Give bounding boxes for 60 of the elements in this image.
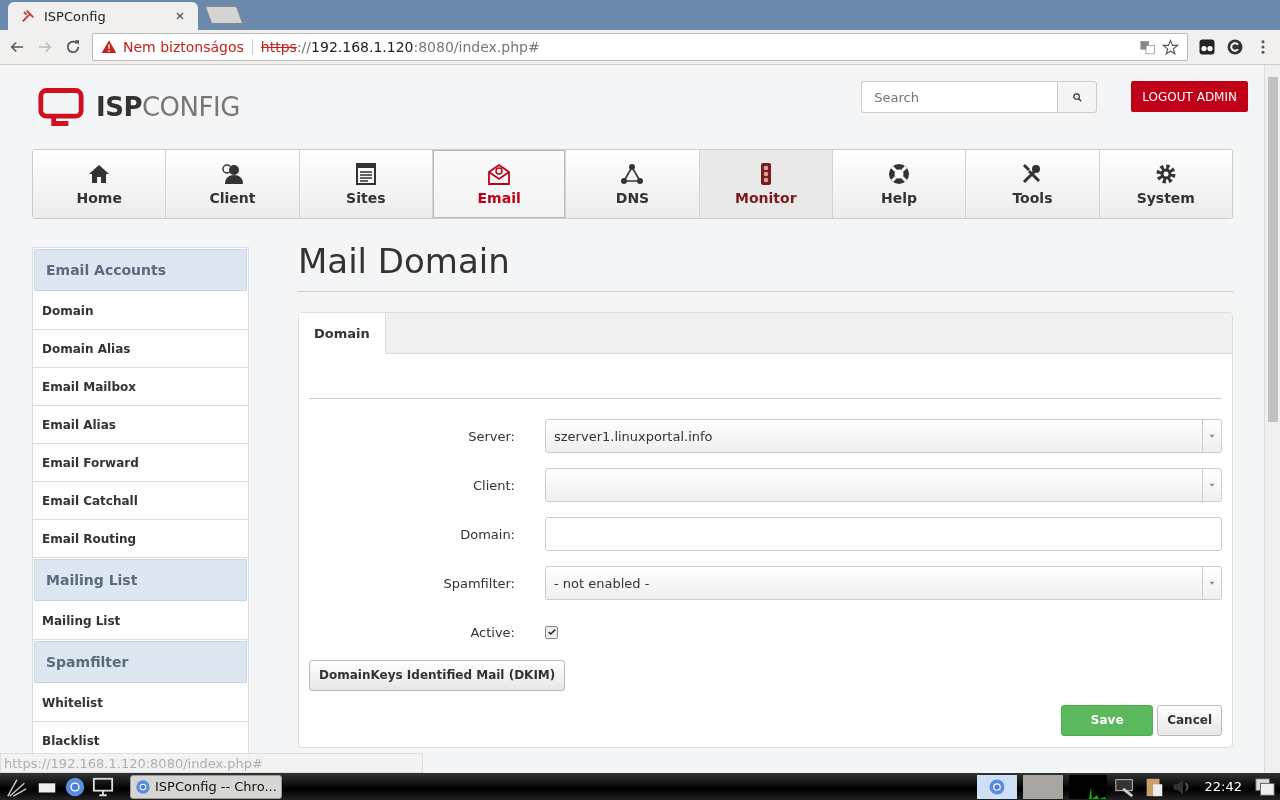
translate-icon[interactable] <box>1139 38 1156 56</box>
nav-tab[interactable]: Tools <box>966 150 1100 218</box>
browser-icon <box>135 778 151 795</box>
field-label: Client: <box>472 477 515 493</box>
browser-icon <box>987 777 1006 796</box>
star-icon[interactable] <box>1162 38 1179 56</box>
browser-icon[interactable] <box>64 775 86 798</box>
close-icon[interactable] <box>174 10 186 22</box>
nav-tab[interactable]: Email <box>433 150 567 218</box>
taskbar-window-button[interactable]: ISPConfig -- Chro... <box>130 774 282 799</box>
search-button[interactable] <box>1057 81 1098 113</box>
nav-tab[interactable]: System <box>1099 150 1232 218</box>
scrollbar[interactable] <box>1264 65 1280 773</box>
taskbar-item[interactable] <box>976 774 1017 799</box>
logout-button[interactable]: LOGOUT ADMIN <box>1131 81 1248 112</box>
nav-tab[interactable]: Client <box>166 150 300 218</box>
warning-icon <box>101 39 117 55</box>
dkim-button[interactable]: DomainKeys Identified Mail (DKIM) <box>309 659 566 691</box>
desktop-icon[interactable] <box>92 775 114 798</box>
browser-tab[interactable]: ISPConfig <box>8 2 198 30</box>
extension-icon[interactable] <box>1226 38 1244 56</box>
form-tab[interactable]: Domain <box>299 313 386 354</box>
url-text: Nem biztonságos https://192.168.1.120:8080/index.php# <box>123 39 540 55</box>
nav-tab[interactable]: Help <box>832 150 967 218</box>
cpu-graph-icon <box>1068 774 1107 799</box>
windows-icon[interactable] <box>1254 775 1276 798</box>
sidebar-heading: Spamfilter <box>34 641 247 683</box>
checkbox[interactable] <box>545 625 558 639</box>
nav-tab[interactable]: Monitor <box>699 150 833 218</box>
check-icon <box>546 627 557 637</box>
select-field[interactable]: szerver1.linuxportal.info <box>545 419 1222 453</box>
search-field[interactable]: Search <box>861 81 1058 113</box>
field-label: Server: <box>467 428 515 444</box>
field-label: Spamfilter: <box>442 575 515 591</box>
field-label: Domain: <box>459 526 515 542</box>
reload-icon[interactable] <box>64 38 82 56</box>
field-label: Active: <box>469 624 515 640</box>
users-icon <box>220 162 245 186</box>
extension-icon[interactable] <box>1198 38 1216 56</box>
page-title: Mail Domain <box>298 241 1233 292</box>
network-icon <box>620 162 645 186</box>
select-field[interactable] <box>545 468 1222 502</box>
input-field[interactable] <box>545 517 1222 551</box>
select-field[interactable]: - not enabled - <box>545 566 1222 600</box>
envelope-icon <box>487 162 512 186</box>
logo-text: ISPCONFIG <box>96 92 240 122</box>
nav-tab[interactable]: Sites <box>299 150 433 218</box>
nav-tab[interactable]: DNS <box>566 150 700 218</box>
tools-icon <box>20 8 36 24</box>
nav-tab[interactable]: Home <box>33 150 167 218</box>
workspace-pager[interactable] <box>1022 774 1063 799</box>
address-bar[interactable]: Nem biztonságos https://192.168.1.120:8080/index.php# <box>92 33 1188 61</box>
url-tooltip: https://192.168.1.120:8080/index.php# <box>0 753 423 773</box>
clock: 22:42 <box>1204 779 1242 794</box>
cancel-button[interactable]: Cancel <box>1157 704 1222 736</box>
browser-window-icon <box>353 162 378 186</box>
scrollbar-thumb[interactable] <box>1268 77 1278 422</box>
search-icon <box>1071 91 1083 103</box>
sidebar-heading: Email Accounts <box>34 249 247 291</box>
sidebar-heading: Mailing List <box>34 559 247 601</box>
